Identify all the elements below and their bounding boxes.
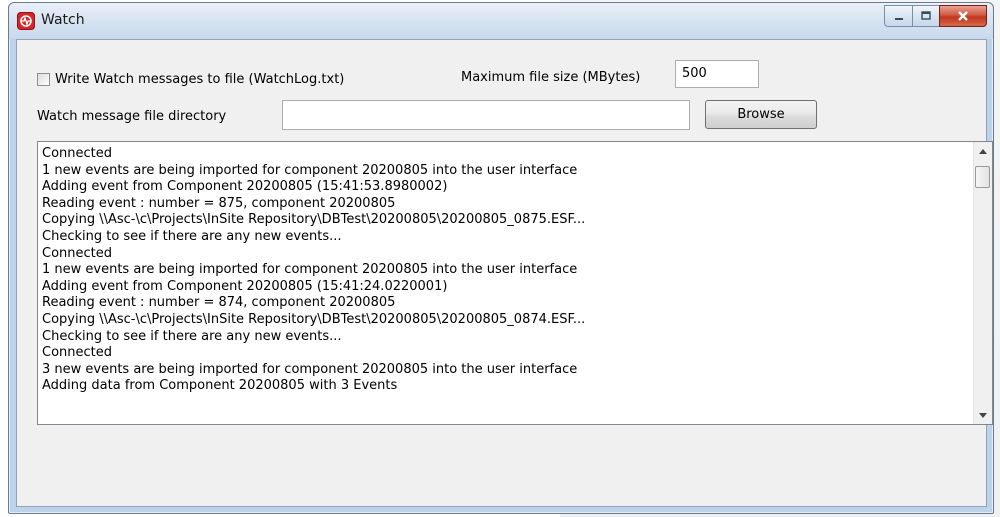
watch-window: Watch Write Watch messages to file (Watc… <box>8 2 994 514</box>
log-scrollbar[interactable] <box>973 142 992 424</box>
scroll-down-button[interactable] <box>974 406 992 424</box>
log-line: Adding event from Component 20200805 (15… <box>42 278 448 294</box>
log-line: Adding data from Component 20200805 with… <box>42 378 398 394</box>
maximize-button[interactable] <box>912 5 939 27</box>
log-line: Checking to see if there are any new eve… <box>42 328 342 344</box>
log-line: Adding event from Component 20200805 (15… <box>42 179 448 195</box>
minimize-icon <box>894 18 903 20</box>
client-area: Write Watch messages to file (WatchLog.t… <box>16 39 993 507</box>
window-title: Watch <box>41 12 85 28</box>
log-line: Copying \\Asc-\c\Projects\InSite Reposit… <box>42 311 586 327</box>
directory-input[interactable] <box>282 100 690 130</box>
max-file-size-label: Maximum file size (MBytes) <box>461 70 641 85</box>
title-bar[interactable]: Watch <box>9 3 993 39</box>
browse-button[interactable]: Browse <box>705 100 817 129</box>
log-line: Reading event : number = 875, component … <box>42 195 396 211</box>
close-button[interactable] <box>939 5 987 27</box>
log-line: Connected <box>42 146 113 161</box>
maximize-icon <box>921 11 931 20</box>
chevron-down-icon <box>979 412 987 418</box>
log-line: 1 new events are being imported for comp… <box>42 162 578 178</box>
log-line: 3 new events are being imported for comp… <box>42 361 578 377</box>
scroll-up-button[interactable] <box>974 142 992 160</box>
log-line: 1 new events are being imported for comp… <box>42 262 578 278</box>
scroll-thumb[interactable] <box>975 166 990 188</box>
directory-label: Watch message file directory <box>37 109 227 124</box>
close-icon <box>958 11 968 21</box>
app-logo-icon <box>17 12 35 30</box>
write-to-file-checkbox[interactable] <box>37 72 50 86</box>
write-to-file-option[interactable]: Write Watch messages to file (WatchLog.t… <box>37 70 344 88</box>
write-to-file-label: Write Watch messages to file (WatchLog.t… <box>55 71 345 87</box>
log-line: Connected <box>42 245 113 261</box>
watch-log[interactable]: Connected 1 new events are being imported… <box>37 141 993 425</box>
log-line: Reading event : number = 874, component … <box>42 295 396 311</box>
log-line: Connected <box>42 345 113 361</box>
log-line: Copying \\Asc-\c\Projects\InSite Reposit… <box>42 212 586 228</box>
log-lines: Connected 1 new events are being imported… <box>42 146 970 395</box>
max-file-size-input[interactable]: 500 <box>675 60 759 88</box>
minimize-button[interactable] <box>884 5 912 27</box>
window-controls <box>884 5 987 27</box>
log-line: Checking to see if there are any new eve… <box>42 228 342 244</box>
chevron-up-icon <box>979 148 987 154</box>
